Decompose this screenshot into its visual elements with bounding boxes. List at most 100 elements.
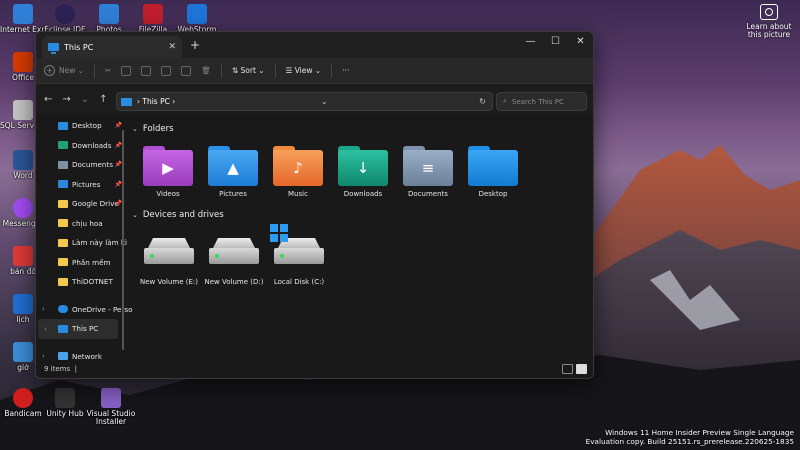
sidebar-item-downloads[interactable]: Downloads 📌 — [36, 136, 124, 156]
delete-icon[interactable]: 🗑 — [201, 66, 211, 75]
desktop-icon-unity-hub[interactable]: Unity Hub — [42, 388, 88, 418]
sidebar-item-pictures[interactable]: Pictures 📌 — [36, 175, 124, 195]
drive-d[interactable]: New Volume (D:) — [201, 238, 267, 286]
desktop-icon-filezilla[interactable]: FileZilla — [130, 4, 176, 34]
folder-icon — [58, 199, 68, 208]
main-content: ⌄ Folders ▶ Videos ▲ Pictures ♪ Music ↓ D… — [128, 116, 593, 360]
close-button[interactable]: ✕ — [568, 32, 593, 58]
rename-icon[interactable] — [161, 65, 172, 76]
file-explorer-window: This PC ✕ + — ☐ ✕ + New ⌄ ✂ 🗑 ⇅ Sort ⌄ ☰ … — [35, 31, 594, 379]
learn-about-picture[interactable]: Learn about this picture — [742, 4, 796, 39]
folder-downloads[interactable]: ↓ Downloads — [333, 146, 393, 198]
sidebar-item-thidotnet[interactable]: ThiDOTNET — [36, 272, 124, 292]
view-button[interactable]: ☰ View ⌄ — [286, 66, 322, 75]
folder-icon — [58, 238, 68, 247]
desktop-icon-eclipse[interactable]: Eclipse IDE — [42, 4, 88, 34]
back-arrow-icon[interactable]: ← — [44, 94, 52, 105]
videos-folder-icon: ▶ — [143, 146, 193, 186]
search-icon: ⌕ — [503, 97, 507, 105]
windows-watermark: Windows 11 Home Insider Preview Single L… — [585, 428, 794, 446]
desktop-folder-icon — [58, 121, 68, 130]
sidebar-item-this-pc[interactable]: › This PC — [38, 319, 118, 339]
chevron-down-icon: ⌄ — [132, 211, 138, 219]
this-pc-icon — [48, 43, 59, 54]
new-tab-button[interactable]: + — [190, 38, 200, 52]
item-count: 9 items — [44, 365, 71, 373]
view-toggle — [562, 364, 587, 374]
details-view-icon[interactable] — [562, 364, 573, 374]
see-more-button[interactable]: ··· — [342, 66, 349, 75]
status-bar: 9 items | — [36, 360, 593, 378]
camera-icon — [760, 4, 778, 20]
breadcrumb-this-pc[interactable]: This PC — [142, 97, 169, 106]
sidebar-item-documents[interactable]: Documents 📌 — [36, 155, 124, 175]
folder-videos[interactable]: ▶ Videos — [138, 146, 198, 198]
hard-drive-icon — [144, 238, 194, 266]
folders-section-header[interactable]: ⌄ Folders — [132, 124, 174, 134]
desktop-folder-icon — [468, 146, 518, 186]
forward-arrow-icon[interactable]: → — [62, 94, 70, 105]
pin-icon: 📌 — [114, 161, 122, 169]
drive-e[interactable]: New Volume (E:) — [136, 238, 202, 286]
tiles-view-icon[interactable] — [576, 364, 587, 374]
desktop-icon-webstorm[interactable]: WebStorm — [174, 4, 220, 34]
close-tab-icon[interactable]: ✕ — [168, 42, 176, 52]
copy-icon[interactable] — [121, 65, 132, 76]
folder-icon — [58, 258, 68, 267]
tab-this-pc[interactable]: This PC ✕ — [42, 36, 182, 58]
plus-icon: + — [44, 65, 55, 76]
this-pc-icon — [121, 97, 132, 106]
folder-documents[interactable]: ≡ Documents — [398, 146, 458, 198]
pictures-folder-icon: ▲ — [208, 146, 258, 186]
hard-drive-icon — [209, 238, 259, 266]
refresh-icon[interactable]: ↻ — [479, 97, 486, 106]
sidebar-scrollbar[interactable] — [122, 130, 124, 350]
address-dropdown-icon[interactable]: ⌄ — [321, 97, 328, 106]
folder-desktop[interactable]: Desktop — [463, 146, 523, 198]
sidebar-item-google-drive[interactable]: Google Drive 📌 — [36, 194, 124, 214]
sidebar-item-desktop[interactable]: Desktop 📌 — [36, 116, 124, 136]
recent-locations-chevron-icon[interactable]: ⌄ — [81, 94, 89, 105]
music-folder-icon: ♪ — [273, 146, 323, 186]
pin-icon: 📌 — [114, 122, 122, 130]
sidebar-item-lam-nay-lam-ki[interactable]: Làm này làm kì — [36, 233, 127, 253]
window-controls: — ☐ ✕ — [518, 32, 593, 58]
downloads-icon — [58, 141, 68, 150]
title-bar: This PC ✕ + — ☐ ✕ — [36, 32, 593, 58]
minimize-button[interactable]: — — [518, 32, 543, 58]
cut-icon[interactable]: ✂ — [105, 66, 111, 75]
pictures-icon — [58, 180, 68, 189]
downloads-folder-icon: ↓ — [338, 146, 388, 186]
folder-icon — [58, 219, 68, 228]
address-bar[interactable]: › This PC › ⌄ ↻ — [116, 92, 493, 111]
drive-c[interactable]: Local Disk (C:) — [266, 224, 332, 286]
pin-icon: 📌 — [114, 141, 122, 149]
desktop-icon-visual-studio-installer[interactable]: Visual Studio Installer — [86, 388, 136, 426]
desktop-icon-bandicam[interactable]: Bandicam — [0, 388, 46, 418]
share-icon[interactable] — [181, 65, 192, 76]
search-box[interactable]: ⌕ Search This PC — [496, 92, 587, 111]
sidebar-item-phan-mem[interactable]: Phần mềm — [36, 253, 124, 273]
sidebar-item-onedrive[interactable]: › OneDrive - Perso — [36, 300, 133, 320]
desktop-icon-photos[interactable]: Photos — [86, 4, 132, 34]
windows-logo-icon — [270, 224, 288, 242]
folder-music[interactable]: ♪ Music — [268, 146, 328, 198]
sort-button[interactable]: ⇅ Sort ⌄ — [232, 66, 265, 75]
drives-section-header[interactable]: ⌄ Devices and drives — [132, 210, 224, 220]
pin-icon: 📌 — [114, 200, 122, 208]
up-arrow-icon[interactable]: ↑ — [99, 94, 107, 105]
chevron-right-icon[interactable]: › — [44, 325, 47, 333]
navigation-pane: Desktop 📌 Downloads 📌 Documents 📌 Pictures 📌… — [36, 116, 133, 362]
documents-icon — [58, 160, 68, 169]
maximize-button[interactable]: ☐ — [543, 32, 568, 58]
command-bar: + New ⌄ ✂ 🗑 ⇅ Sort ⌄ ☰ View ⌄ ··· — [36, 58, 593, 84]
new-button[interactable]: + New ⌄ — [44, 65, 84, 76]
this-pc-icon — [58, 324, 68, 333]
documents-folder-icon: ≡ — [403, 146, 453, 186]
chevron-right-icon[interactable]: › — [42, 305, 45, 313]
system-drive-icon — [270, 224, 324, 266]
paste-icon[interactable] — [141, 65, 152, 76]
desktop-icon-internet-explorer[interactable]: Internet Explorer — [0, 4, 46, 34]
folder-pictures[interactable]: ▲ Pictures — [203, 146, 263, 198]
sidebar-item-chiu-hoa[interactable]: chịu hoa — [36, 214, 124, 234]
